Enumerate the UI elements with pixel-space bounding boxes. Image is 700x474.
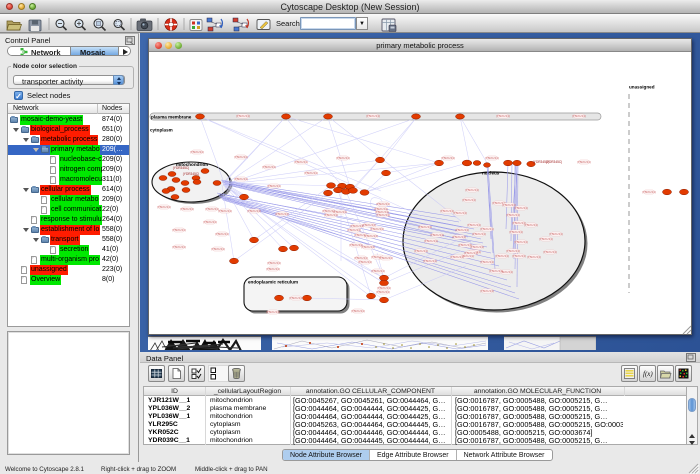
svg-text:(YBR023C): (YBR023C) xyxy=(577,160,591,164)
svg-text:(YBR023C): (YBR023C) xyxy=(489,269,503,273)
svg-text:(YBR023C): (YBR023C) xyxy=(514,240,528,244)
svg-text:plasma membrane: plasma membrane xyxy=(151,115,192,120)
svg-text:f(x): f(x) xyxy=(643,370,653,378)
svg-text:(YBR023C): (YBR023C) xyxy=(572,114,586,118)
svg-text:(YBR023C): (YBR023C) xyxy=(495,254,509,258)
svg-text:(YBR023C): (YBR023C) xyxy=(376,290,390,294)
svg-text:(YBR023C): (YBR023C) xyxy=(480,260,494,264)
svg-text:(YBR023C): (YBR023C) xyxy=(324,213,338,217)
svg-text:(YBR023C): (YBR023C) xyxy=(453,211,467,215)
svg-text:(YBR023C): (YBR023C) xyxy=(452,235,466,239)
svg-text:(YBR023C): (YBR023C) xyxy=(304,171,318,175)
svg-text:(YBR023C): (YBR023C) xyxy=(549,232,563,236)
svg-text:(YBR023C): (YBR023C) xyxy=(351,309,365,313)
svg-text:(YBR023C): (YBR023C) xyxy=(455,228,469,232)
svg-text:(YBR023C): (YBR023C) xyxy=(203,220,217,224)
svg-text:(YBR023C): (YBR023C) xyxy=(370,227,384,231)
svg-text:(YBR023C): (YBR023C) xyxy=(336,156,350,160)
svg-text:(YBR023C): (YBR023C) xyxy=(514,206,528,210)
svg-text:(YBR023C): (YBR023C) xyxy=(379,256,393,260)
svg-text:(YBR023C): (YBR023C) xyxy=(190,150,204,154)
svg-text:(YBR023C): (YBR023C) xyxy=(480,289,494,293)
svg-text:(YBR023C): (YBR023C) xyxy=(524,223,538,227)
svg-text:(YBR023C): (YBR023C) xyxy=(371,269,385,273)
svg-text:(YBR023C): (YBR023C) xyxy=(267,261,281,265)
svg-text:(YBR023C): (YBR023C) xyxy=(642,190,656,194)
svg-text:(YDR345C): (YDR345C) xyxy=(183,172,199,176)
svg-text:(YBR023C): (YBR023C) xyxy=(464,251,478,255)
svg-text:(YBR023C): (YBR023C) xyxy=(266,267,280,271)
svg-text:(YBR023C): (YBR023C) xyxy=(361,245,375,249)
svg-text:(YBR023C): (YBR023C) xyxy=(458,243,472,247)
svg-text:unassigned: unassigned xyxy=(629,85,655,90)
svg-text:(YBR023C): (YBR023C) xyxy=(539,237,553,241)
svg-text:(YBR023C): (YBR023C) xyxy=(211,247,225,251)
svg-text:(YBR023C): (YBR023C) xyxy=(266,310,280,314)
svg-text:(YBR023C): (YBR023C) xyxy=(485,156,499,160)
svg-text:(YBR023C): (YBR023C) xyxy=(366,114,380,118)
svg-text:(YBR023C): (YBR023C) xyxy=(218,209,232,213)
svg-text:(YDR345C): (YDR345C) xyxy=(546,160,562,164)
svg-text:(YBR023C): (YBR023C) xyxy=(157,205,171,209)
svg-text:(YBR023C): (YBR023C) xyxy=(358,260,372,264)
svg-text:(YBR023C): (YBR023C) xyxy=(414,249,428,253)
svg-text:(YBR023C): (YBR023C) xyxy=(267,184,281,188)
svg-text:(YBR023C): (YBR023C) xyxy=(465,188,479,192)
svg-text:(YBR023C): (YBR023C) xyxy=(215,232,229,236)
svg-text:(YBR023C): (YBR023C) xyxy=(543,250,557,254)
svg-text:endoplasmic reticulum: endoplasmic reticulum xyxy=(248,280,298,285)
svg-text:(YBR023C): (YBR023C) xyxy=(234,155,248,159)
svg-text:(YBR023C): (YBR023C) xyxy=(172,228,186,232)
svg-text:(YBR023C): (YBR023C) xyxy=(462,198,476,202)
svg-text:(YDR345C): (YDR345C) xyxy=(173,166,189,170)
svg-text:(YBR023C): (YBR023C) xyxy=(441,156,455,160)
svg-text:(YBR023C): (YBR023C) xyxy=(506,249,520,253)
svg-text:(YBR023C): (YBR023C) xyxy=(506,213,520,217)
svg-text:(YBR023C): (YBR023C) xyxy=(180,207,194,211)
svg-text:(YBR023C): (YBR023C) xyxy=(347,228,361,232)
svg-text:(YBR023C): (YBR023C) xyxy=(275,212,289,216)
svg-text:(YBR023C): (YBR023C) xyxy=(262,165,276,169)
svg-text:(YBR023C): (YBR023C) xyxy=(450,255,464,259)
svg-text:(YBR023C): (YBR023C) xyxy=(480,227,494,231)
svg-text:(YBR023C): (YBR023C) xyxy=(496,114,510,118)
svg-text:nucleus: nucleus xyxy=(482,171,500,176)
svg-text:(YBR023C): (YBR023C) xyxy=(472,232,486,236)
svg-text:(YBR023C): (YBR023C) xyxy=(418,225,432,229)
svg-text:(YBR023C): (YBR023C) xyxy=(247,209,261,213)
svg-text:(YBR023C): (YBR023C) xyxy=(376,213,390,217)
svg-text:(YBR023C): (YBR023C) xyxy=(364,234,378,238)
svg-text:(YBR023C): (YBR023C) xyxy=(294,160,308,164)
svg-text:(YBR023C): (YBR023C) xyxy=(376,202,390,206)
svg-text:(YBR023C): (YBR023C) xyxy=(424,239,438,243)
svg-text:(YBR023C): (YBR023C) xyxy=(236,114,250,118)
svg-text:(YBR023C): (YBR023C) xyxy=(509,230,523,234)
svg-text:cytoplasm: cytoplasm xyxy=(150,128,173,133)
svg-text:(YBR023C): (YBR023C) xyxy=(289,296,303,300)
svg-text:(YBR023C): (YBR023C) xyxy=(172,245,186,249)
svg-text:(YBR023C): (YBR023C) xyxy=(234,177,248,181)
svg-text:(YBR023C): (YBR023C) xyxy=(430,233,444,237)
svg-text:(YBR023C): (YBR023C) xyxy=(527,255,541,259)
svg-text:(YBR023C): (YBR023C) xyxy=(512,254,526,258)
svg-text:(YBR023C): (YBR023C) xyxy=(423,259,437,263)
